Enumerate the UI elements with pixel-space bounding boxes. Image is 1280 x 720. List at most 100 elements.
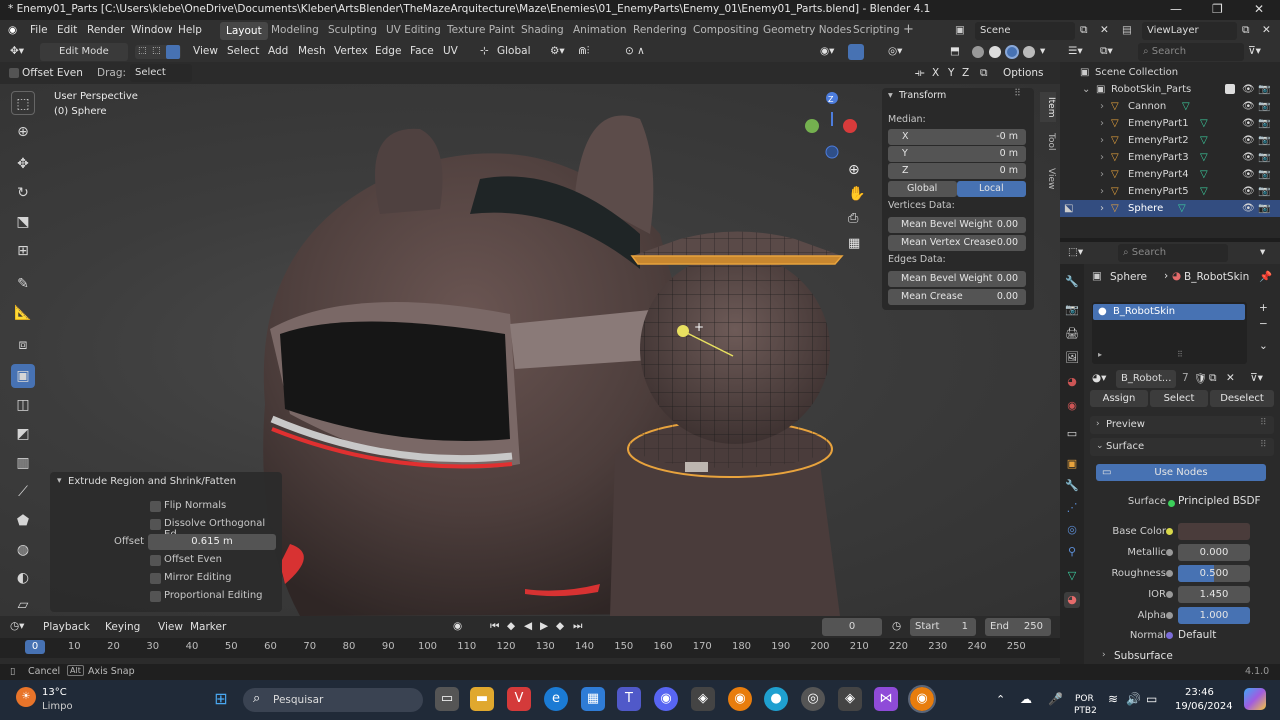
material-slot-row[interactable]: ● B_RobotSkin <box>1093 304 1245 320</box>
new-scene-icon[interactable]: ⧉ <box>1080 24 1088 37</box>
normal-value[interactable]: Default <box>1178 629 1216 641</box>
median-z-field[interactable]: Z 0 m <box>888 163 1026 179</box>
add-slot-icon[interactable]: + <box>1259 302 1268 314</box>
menu-mesh[interactable]: Mesh <box>298 45 326 57</box>
expand-icon[interactable]: › <box>1100 200 1104 217</box>
flip-normals-checkbox[interactable] <box>150 501 161 512</box>
rendered-shading-icon[interactable] <box>1023 46 1035 58</box>
median-y-field[interactable]: Y 0 m <box>888 146 1026 162</box>
weather-icon[interactable]: ☀ <box>16 687 36 707</box>
gizmo-y-icon[interactable] <box>805 119 819 133</box>
teams-icon[interactable]: T <box>617 687 641 711</box>
shading-options-icon[interactable]: ▾ <box>1040 45 1045 57</box>
collection-checkbox[interactable] <box>1225 84 1235 94</box>
eye-icon[interactable]: 👁 <box>1242 183 1255 200</box>
blender-active-icon[interactable]: ◉ <box>908 685 936 713</box>
camera-view-icon[interactable]: ⎙ <box>848 211 858 226</box>
menu-file[interactable]: File <box>30 24 48 36</box>
expand-icon[interactable]: › <box>1100 132 1104 149</box>
timeline-editor-icon[interactable]: ◷▾ <box>10 620 24 632</box>
modifier-tab-icon[interactable]: 🔧 <box>1064 478 1080 494</box>
menu-add[interactable]: Add <box>268 45 288 57</box>
timeline-marker-menu[interactable]: Marker <box>190 621 226 633</box>
jump-start-icon[interactable]: ⏮ <box>490 620 499 633</box>
operator-collapse-icon[interactable]: ▾ <box>57 476 62 486</box>
obs-icon[interactable]: ◎ <box>801 687 825 711</box>
tab-rendering[interactable]: Rendering <box>633 24 687 36</box>
camera-icon[interactable]: 📷 <box>1258 149 1270 166</box>
solid-shading-icon[interactable] <box>989 46 1001 58</box>
robot-ear-left[interactable] <box>375 128 443 214</box>
render-tab-icon[interactable]: 📷 <box>1064 302 1080 318</box>
filter-icon[interactable]: ⊽▾ <box>1248 45 1261 57</box>
select-button[interactable]: Select <box>1150 390 1208 407</box>
transform-section-title[interactable]: Transform <box>899 90 946 101</box>
rotate-tool-icon[interactable]: ↻ <box>11 181 35 205</box>
annotate-tool-icon[interactable]: ✎ <box>11 272 35 296</box>
outliner-row-emenypart3[interactable]: › ▽ EmenyPart3 ▽ 👁 📷 <box>1060 149 1280 166</box>
edge-icon[interactable]: e <box>544 687 568 711</box>
eye-icon[interactable]: 👁 <box>1242 98 1255 115</box>
gizmo-toggle-icon[interactable] <box>848 44 864 60</box>
expand-icon[interactable]: › <box>1100 98 1104 115</box>
eye-icon[interactable]: 👁 <box>1242 200 1255 217</box>
properties-search[interactable]: ⌕ Search <box>1118 244 1228 262</box>
preview-range-icon[interactable]: ◷ <box>892 620 901 632</box>
record-icon[interactable]: ◉ <box>453 620 462 632</box>
new-view-layer-icon[interactable]: ⧉ <box>1242 24 1250 37</box>
data-tab-icon[interactable]: ▽ <box>1064 568 1080 584</box>
edge-select-icon[interactable]: ⬚ <box>152 46 164 58</box>
tab-view[interactable]: View <box>1040 164 1056 194</box>
maximize-icon[interactable]: ❐ <box>1212 2 1223 16</box>
menu-face[interactable]: Face <box>410 45 434 57</box>
alpha-socket-icon[interactable] <box>1166 612 1173 619</box>
timeline-view-menu[interactable]: View <box>158 621 183 633</box>
store-icon[interactable]: ▦ <box>581 687 605 711</box>
tab-scripting[interactable]: Scripting <box>853 24 900 36</box>
close-icon[interactable]: ✕ <box>1254 2 1264 16</box>
browse-material-icon[interactable]: ◕▾ <box>1092 372 1106 384</box>
taskbar-search[interactable]: ⌕ Pesquisar <box>243 688 423 712</box>
list-resize-handle[interactable]: ⠿ <box>1177 350 1183 359</box>
play-reverse-icon[interactable]: ◀ <box>524 620 532 632</box>
camera-icon[interactable]: 📷 <box>1258 115 1270 132</box>
mirror-y-toggle[interactable]: Y <box>948 67 954 79</box>
camera-icon[interactable]: 📷 <box>1258 166 1270 183</box>
eye-icon[interactable]: 👁 <box>1242 166 1255 183</box>
mean-bevel-weight-edge-field[interactable]: Mean Bevel Weight 0.00 <box>888 271 1026 287</box>
tab-layout[interactable]: Layout <box>220 22 268 40</box>
outliner-row-sphere[interactable]: ⬕ › ▽ Sphere ▽ 👁 📷 <box>1060 200 1280 217</box>
eye-icon[interactable]: 👁 <box>1242 132 1255 149</box>
jump-end-icon[interactable]: ⏭ <box>573 620 582 633</box>
offset-field[interactable]: 0.615 m <box>148 534 276 550</box>
view-layer-selector[interactable]: ViewLayer <box>1142 22 1237 40</box>
material-link-icon[interactable]: ⊽▾ <box>1250 372 1263 384</box>
xray-icon[interactable]: ⬒ <box>950 45 960 57</box>
menu-window[interactable]: Window <box>131 24 172 36</box>
drag-handle-icon[interactable]: ⠿ <box>1260 440 1267 450</box>
camera-icon[interactable]: 📷 <box>1258 183 1270 200</box>
start-windows-icon[interactable]: ⊞ <box>209 687 233 711</box>
discord-icon[interactable]: ◉ <box>654 687 678 711</box>
outliner-row-scene-collection[interactable]: ▣ Scene Collection <box>1060 64 1280 81</box>
task-view-icon[interactable]: ▭ <box>435 687 459 711</box>
slot-menu-icon[interactable]: ⌄ <box>1259 340 1268 352</box>
drag-handle-icon[interactable]: ⠿ <box>1260 418 1267 428</box>
operator-title[interactable]: Extrude Region and Shrink/Fatten <box>68 476 236 487</box>
menu-select[interactable]: Select <box>227 45 259 57</box>
physics-tab-icon[interactable]: ◎ <box>1064 522 1080 538</box>
material-name-field[interactable]: B_Robot... <box>1116 370 1176 388</box>
eye-icon[interactable]: 👁 <box>1242 115 1255 132</box>
base-color-socket-icon[interactable] <box>1166 528 1173 535</box>
drag-selector[interactable]: Select Box <box>130 64 192 96</box>
outliner-row-emenypart4[interactable]: › ▽ EmenyPart4 ▽ 👁 📷 <box>1060 166 1280 183</box>
measure-tool-icon[interactable]: 📐 <box>11 301 35 325</box>
top-selected-ring[interactable] <box>630 255 844 265</box>
expand-icon[interactable]: › <box>1100 183 1104 200</box>
transform-tool-icon[interactable]: ⊞ <box>11 239 35 263</box>
clock-time[interactable]: 23:46 <box>1185 687 1214 698</box>
subsurface-panel-header[interactable]: Subsurface <box>1114 650 1173 662</box>
camera-icon[interactable]: 📷 <box>1258 200 1270 217</box>
loop-cut-tool-icon[interactable]: ▥ <box>11 451 35 475</box>
output-tab-icon[interactable]: 🖨 <box>1064 326 1080 342</box>
